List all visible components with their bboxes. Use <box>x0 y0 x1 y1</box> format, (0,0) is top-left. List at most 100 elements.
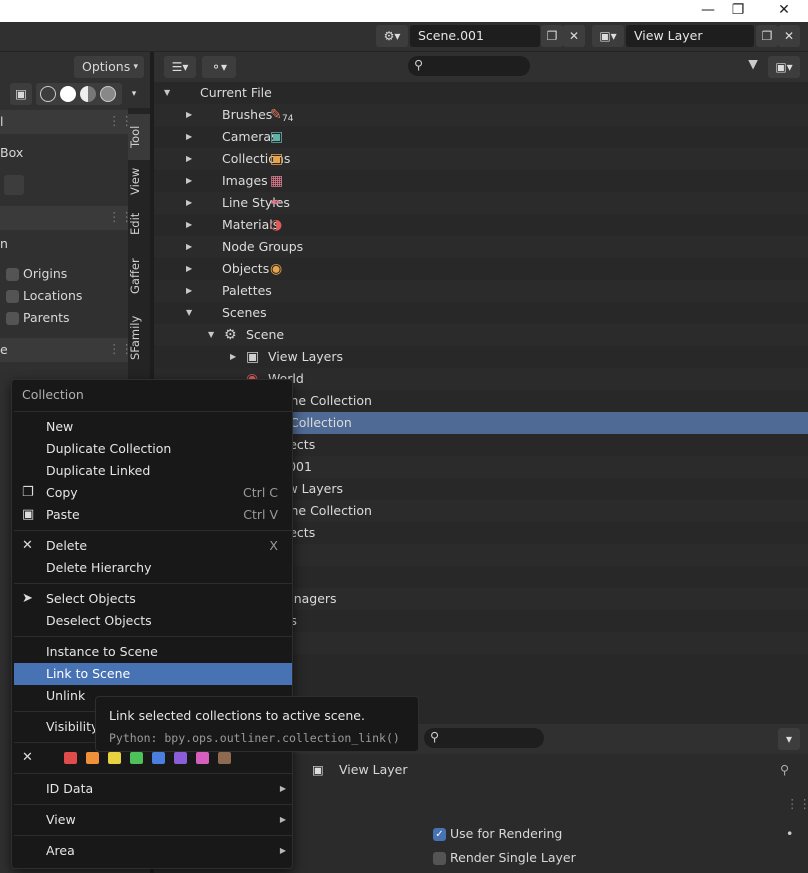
outliner-search-input[interactable]: ⚲ <box>408 56 530 76</box>
animate-property-icon[interactable]: • <box>786 826 793 841</box>
view-layer-selector-icon[interactable]: ▣▾ <box>592 25 624 47</box>
outliner-row[interactable]: ▶ Collections ▣ <box>154 148 808 170</box>
new-scene-icon[interactable]: ❐ <box>541 25 563 47</box>
menu-item-delete[interactable]: ✕ Delete X <box>14 535 292 557</box>
menu-item-instance-to-scene[interactable]: Instance to Scene <box>14 641 292 663</box>
delete-scene-icon[interactable]: ✕ <box>563 25 585 47</box>
parents-checkbox[interactable] <box>6 312 19 325</box>
scene-name-field[interactable]: Scene.001 <box>410 25 540 47</box>
outliner-row[interactable]: ▶ View Layers ▣ <box>154 346 808 368</box>
color-tag-icon[interactable] <box>130 752 143 764</box>
menu-item-area[interactable]: Area ▶ <box>14 840 292 862</box>
menu-item-id-data[interactable]: ID Data ▶ <box>14 778 292 800</box>
select-box-icon[interactable] <box>4 175 24 195</box>
menu-item-paste[interactable]: ▣ Paste Ctrl V <box>14 504 292 526</box>
x-icon[interactable]: ✕ <box>22 747 33 769</box>
expand-down-icon[interactable]: ▼ <box>208 324 214 346</box>
origins-checkbox[interactable] <box>6 268 19 281</box>
expand-right-icon[interactable]: ▶ <box>186 258 192 280</box>
outliner-row-label: View Layers <box>268 349 343 364</box>
color-tag-icon[interactable] <box>108 752 121 764</box>
outliner-row[interactable]: ▼ Scene ⚙ <box>154 324 808 346</box>
view-layer-icon: ▣ <box>312 762 324 777</box>
outliner-row[interactable]: ▶ Line Styles ✒ <box>154 192 808 214</box>
menu-item-deselect-objects[interactable]: Deselect Objects <box>14 610 292 632</box>
options-dropdown[interactable]: Options ▾ <box>74 56 144 78</box>
expand-right-icon[interactable]: ▶ <box>186 236 192 258</box>
properties-options-icon[interactable]: ▾ <box>778 728 800 750</box>
menu-item-label: ID Data <box>46 781 94 796</box>
shading-options-icon[interactable]: ▾ <box>124 83 144 105</box>
menu-item-duplicate-collection[interactable]: Duplicate Collection <box>14 438 292 460</box>
close-icon[interactable]: ✕ <box>764 0 804 22</box>
material-shading-icon[interactable] <box>80 86 96 102</box>
copy-icon: ❐ <box>22 485 34 500</box>
color-tag-icon[interactable] <box>64 752 77 764</box>
solid-shading-icon[interactable] <box>60 86 76 102</box>
expand-right-icon[interactable]: ▶ <box>186 214 192 236</box>
color-tag-icon[interactable] <box>86 752 99 764</box>
expand-right-icon[interactable]: ▶ <box>186 192 192 214</box>
menu-item-duplicate-linked[interactable]: Duplicate Linked <box>14 460 292 482</box>
use-for-rendering-checkbox[interactable]: ✓ <box>433 828 446 841</box>
display-mode-icon[interactable]: ⚬▾ <box>202 56 236 78</box>
drag-handle-icon[interactable]: ⋮⋮ <box>786 796 808 811</box>
editor-type-icon[interactable]: ☰▾ <box>164 56 196 78</box>
properties-search-input[interactable]: ⚲ <box>424 728 544 748</box>
expand-right-icon[interactable]: ▶ <box>186 170 192 192</box>
menu-item-delete-hierarchy[interactable]: Delete Hierarchy <box>14 557 292 579</box>
outliner-row[interactable]: ▶ Images ▦ <box>154 170 808 192</box>
tab-sfamily[interactable]: SFamily <box>128 308 150 368</box>
submenu-arrow-icon: ▶ <box>279 784 286 793</box>
outliner-row[interactable]: ▶ Objects ◉ <box>154 258 808 280</box>
expand-right-icon[interactable]: ▶ <box>186 280 192 302</box>
panel-header-1[interactable]: l ⋮⋮ <box>0 110 133 134</box>
panel-header-2[interactable]: ⋮⋮ <box>0 206 133 230</box>
outliner-row[interactable]: ▼ Current File <box>154 82 808 104</box>
delete-view-layer-icon[interactable]: ✕ <box>778 25 800 47</box>
shading-toggles[interactable] <box>36 83 122 105</box>
locations-checkbox[interactable] <box>6 290 19 303</box>
maximize-icon[interactable]: ❐ <box>718 0 758 22</box>
new-collection-icon[interactable]: ▣▾ <box>768 56 800 78</box>
expand-right-icon[interactable]: ▶ <box>186 126 192 148</box>
scene-selector-icon[interactable]: ⚙▾ <box>376 25 408 47</box>
collection-context-menu: Collection New Duplicate Collection Duplic… <box>11 379 293 869</box>
menu-item-label: Instance to Scene <box>46 644 158 659</box>
menu-item-copy[interactable]: ❐ Copy Ctrl C <box>14 482 292 504</box>
color-tag-icon[interactable] <box>218 752 231 764</box>
expand-right-icon[interactable]: ▶ <box>230 346 236 368</box>
tab-gaffer[interactable]: Gaffer <box>128 248 150 304</box>
view-layer-name-field[interactable]: View Layer <box>626 25 754 47</box>
menu-item-link-to-scene[interactable]: Link to Scene <box>14 663 292 685</box>
menu-item-label: Paste <box>46 507 80 522</box>
tab-edit[interactable]: Edit <box>128 204 150 244</box>
rendered-shading-icon[interactable] <box>100 86 116 102</box>
outliner-row[interactable]: ▶ Brushes ✎ 74 <box>154 104 808 126</box>
color-tag-icon[interactable] <box>174 752 187 764</box>
outliner-row[interactable]: ▶ Node Groups <box>154 236 808 258</box>
outliner-row[interactable]: ▼ Scenes <box>154 302 808 324</box>
outliner-row[interactable]: ▶ Materials ◑ <box>154 214 808 236</box>
filter-icon[interactable]: ▼ <box>742 56 764 76</box>
wireframe-shading-icon[interactable] <box>40 86 56 102</box>
expand-down-icon[interactable]: ▼ <box>186 302 192 324</box>
pin-icon[interactable]: ⚲ <box>780 762 789 777</box>
menu-item-select-objects[interactable]: ➤ Select Objects <box>14 588 292 610</box>
outliner-row[interactable]: ▶ Cameras ▣ <box>154 126 808 148</box>
panel-header-3[interactable]: e ⋮⋮ <box>0 338 133 362</box>
render-single-layer-checkbox[interactable] <box>433 852 446 865</box>
tab-view[interactable]: View <box>128 160 150 202</box>
expand-down-icon[interactable]: ▼ <box>164 82 170 104</box>
outliner-row[interactable]: ▶ Palettes <box>154 280 808 302</box>
color-tag-icon[interactable] <box>196 752 209 764</box>
expand-right-icon[interactable]: ▶ <box>186 148 192 170</box>
expand-right-icon[interactable]: ▶ <box>186 104 192 126</box>
color-tag-icon[interactable] <box>152 752 165 764</box>
menu-item-view[interactable]: View ▶ <box>14 809 292 831</box>
new-view-layer-icon[interactable]: ❐ <box>756 25 778 47</box>
menu-item-label: New <box>46 419 74 434</box>
tab-tool[interactable]: Tool <box>128 114 150 160</box>
menu-item-new[interactable]: New <box>14 416 292 438</box>
overlay-icon[interactable]: ▣ <box>10 83 32 105</box>
